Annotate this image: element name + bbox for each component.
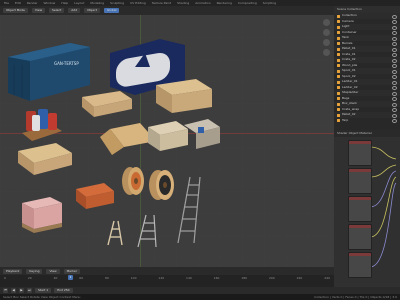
editor-type-label[interactable]: Shader xyxy=(337,131,348,135)
play-icon[interactable]: ▶ xyxy=(19,288,24,293)
object-icon xyxy=(337,80,340,84)
cable-spool-black[interactable] xyxy=(149,170,174,200)
start-frame-field[interactable]: Start 1 xyxy=(35,288,52,293)
object-icon xyxy=(337,14,340,18)
menu-add[interactable]: Add xyxy=(68,8,81,13)
texture-node[interactable] xyxy=(348,168,372,194)
blender-window: File Edit Render Window Help Layout Mode… xyxy=(0,0,400,300)
object-icon xyxy=(337,64,340,67)
object-icon xyxy=(337,47,340,51)
timeline-header: Playback Keying View Marker xyxy=(0,267,334,275)
outliner-title: Scene Collection xyxy=(334,6,400,13)
texture-node[interactable] xyxy=(348,224,372,250)
wooden-crate-large[interactable] xyxy=(156,79,212,113)
wrapped-crate[interactable] xyxy=(22,197,62,233)
viewport-header: Object Mode View Select Add Object Globa… xyxy=(0,6,334,15)
play-reverse-icon[interactable]: ◀ xyxy=(11,288,16,293)
cable-spool-copper[interactable] xyxy=(122,167,144,195)
transform-orientation[interactable]: Global xyxy=(103,8,120,13)
timeline-ruler[interactable]: 0 20 40 60 80 100 120 140 160 180 200 22… xyxy=(0,275,334,287)
mode-select[interactable]: Object Mode xyxy=(3,8,28,13)
menu-object[interactable]: Object xyxy=(84,8,100,13)
object-icon xyxy=(337,69,340,73)
tall-ladder[interactable] xyxy=(177,176,201,244)
object-icon xyxy=(337,58,340,62)
object-select[interactable]: Object xyxy=(349,131,359,135)
shipping-container[interactable]: GAN-TERTSP xyxy=(8,43,90,101)
material-select[interactable]: Material xyxy=(359,131,371,135)
menu-view[interactable]: View xyxy=(31,8,46,13)
object-icon xyxy=(337,102,340,106)
scene-objects: GAN-TERTSP xyxy=(8,39,220,248)
object-icon xyxy=(337,86,340,89)
barrels-on-pallet[interactable] xyxy=(22,109,62,141)
orange-crate[interactable] xyxy=(76,183,114,209)
node-editor-header: Shader Object Material xyxy=(334,130,400,137)
object-icon xyxy=(337,42,340,45)
object-icon xyxy=(337,25,340,29)
status-bar: Select Box Select Rotate View Object Con… xyxy=(0,294,400,300)
object-icon xyxy=(337,53,340,56)
object-icon xyxy=(337,108,340,111)
wooden-ladder[interactable] xyxy=(107,220,123,246)
boxes-on-pallet[interactable] xyxy=(148,121,188,151)
wooden-crate-long[interactable] xyxy=(82,91,132,117)
shader-node-editor[interactable]: Shader Object Material xyxy=(334,130,400,290)
outliner-row[interactable]: Tarp xyxy=(334,118,400,123)
outliner-panel: Scene Collection Collection Camera Light… xyxy=(334,6,400,130)
object-icon xyxy=(337,113,340,117)
scene-stats: Collection | Verts 0 | Faces 0 | Tris 0 … xyxy=(314,295,397,299)
menu-marker[interactable]: Marker xyxy=(63,268,80,274)
object-icon xyxy=(337,31,340,34)
texture-node[interactable] xyxy=(348,252,372,278)
end-frame-field[interactable]: End 250 xyxy=(54,288,73,293)
playback-controls: ⏮ ◀ ▶ ⏭ Start 1 End 250 xyxy=(0,287,400,294)
perspective-toggle-icon[interactable] xyxy=(323,49,330,56)
menu-view-timeline[interactable]: View xyxy=(46,268,60,274)
zoom-icon[interactable] xyxy=(323,19,330,26)
navigation-gizmo xyxy=(323,19,330,56)
flat-crate[interactable] xyxy=(18,143,72,175)
jump-end-icon[interactable]: ⏭ xyxy=(27,288,32,293)
outliner-list: Collection Camera Light Container Tank B… xyxy=(334,13,400,123)
menu-select[interactable]: Select xyxy=(49,8,65,13)
camera-view-icon[interactable] xyxy=(323,39,330,46)
current-frame-indicator[interactable]: 1 xyxy=(68,275,73,280)
object-icon xyxy=(337,20,340,23)
menu-keying[interactable]: Keying xyxy=(26,268,43,274)
eye-icon[interactable] xyxy=(392,119,397,123)
container-label: GAN-TERTSP xyxy=(54,61,79,66)
jump-start-icon[interactable]: ⏮ xyxy=(3,288,8,293)
texture-node[interactable] xyxy=(348,140,372,166)
sack-pallet[interactable] xyxy=(184,119,220,149)
object-icon xyxy=(337,97,340,100)
texture-node[interactable] xyxy=(348,196,372,222)
pan-icon[interactable] xyxy=(323,29,330,36)
status-hints: Select Box Select Rotate View Object Con… xyxy=(3,295,81,299)
3d-viewport[interactable]: GAN-TERTSP xyxy=(0,15,334,267)
plywood-pile[interactable] xyxy=(100,123,156,155)
object-icon xyxy=(337,36,340,40)
menu-playback[interactable]: Playback xyxy=(3,268,23,274)
frame-ticks: 0 20 40 60 80 100 120 140 160 180 200 22… xyxy=(4,276,330,280)
metal-stepladder[interactable] xyxy=(137,214,157,248)
object-icon xyxy=(337,75,340,78)
object-icon xyxy=(337,119,340,122)
object-icon xyxy=(337,91,340,95)
